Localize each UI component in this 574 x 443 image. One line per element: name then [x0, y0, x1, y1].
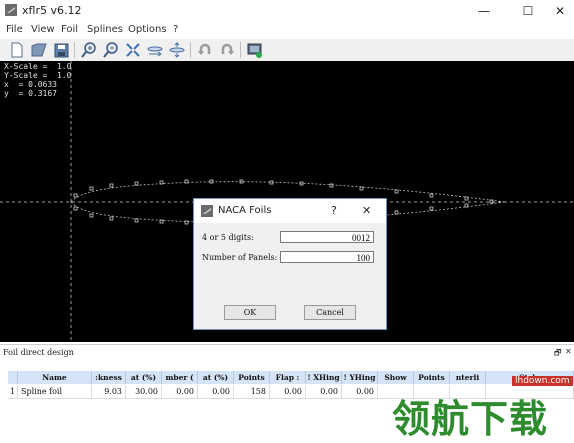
- digits-label: 4 or 5 digits:: [202, 233, 254, 242]
- menu-file[interactable]: File: [6, 24, 23, 35]
- naca-foils-dialog: NACA Foils ? ✕ 4 or 5 digits: 0012 Numbe…: [193, 198, 387, 330]
- foil-direct-design-panel-header: Foil direct design 🗗 ✕: [0, 344, 574, 361]
- table-header-show-points[interactable]: Points: [414, 371, 450, 384]
- watermark-logo-text: 领航下载: [392, 397, 549, 441]
- open-folder-icon[interactable]: [30, 41, 48, 59]
- table-header-thickness[interactable]: :kness: [92, 371, 126, 384]
- cancel-button[interactable]: Cancel: [304, 305, 356, 320]
- undo-icon[interactable]: [196, 41, 214, 59]
- panels-label: Number of Panels:: [202, 253, 278, 262]
- menu-splines[interactable]: Splines: [87, 24, 123, 35]
- reset-view-icon[interactable]: [124, 41, 142, 59]
- close-button[interactable]: ✕: [542, 0, 574, 21]
- table-header-index: [8, 371, 18, 384]
- save-icon[interactable]: [52, 41, 70, 59]
- table-cell-xhinge[interactable]: 0.00: [306, 385, 342, 399]
- zoom-out-icon[interactable]: [102, 41, 120, 59]
- dialog-title-bar: NACA Foils ? ✕: [194, 199, 386, 223]
- reset-y-scale-icon[interactable]: [168, 41, 186, 59]
- table-cell-flap[interactable]: 0.00: [270, 385, 306, 399]
- table-header-show[interactable]: Show: [378, 371, 414, 384]
- table-cell-camber[interactable]: 0.00: [162, 385, 198, 399]
- table-header-centerline[interactable]: nterli: [450, 371, 486, 384]
- xflr5-icon: [5, 4, 17, 16]
- menu-foil[interactable]: Foil: [61, 24, 78, 35]
- menu-help[interactable]: ?: [173, 24, 178, 35]
- redo-icon[interactable]: [218, 41, 236, 59]
- table-cell-thickness-at[interactable]: 30.00: [126, 385, 162, 399]
- table-header-points[interactable]: Points: [234, 371, 270, 384]
- table-header-camber-at[interactable]: at (%): [198, 371, 234, 384]
- new-file-icon[interactable]: [8, 41, 26, 59]
- naca-digits-input[interactable]: 0012: [280, 231, 374, 243]
- window-title: xflr5 v6.12: [22, 4, 82, 17]
- menu-bar: File View Foil Splines Options ?: [0, 21, 574, 39]
- table-header-yhinge[interactable]: ! YHing: [342, 371, 378, 384]
- restore-icon[interactable]: 🗗: [554, 347, 562, 361]
- minimize-button[interactable]: —: [466, 0, 502, 21]
- dialog-title: NACA Foils: [218, 205, 272, 216]
- table-row-index: 1: [8, 385, 18, 399]
- panels-input[interactable]: 100: [280, 251, 374, 263]
- table-header-name[interactable]: Name: [18, 371, 92, 384]
- title-bar: xflr5 v6.12 — ☐ ✕: [0, 0, 574, 21]
- table-cell-camber-at[interactable]: 0.00: [198, 385, 234, 399]
- watermark-site-label: lhdown.com: [512, 376, 573, 386]
- ok-button[interactable]: OK: [224, 305, 276, 320]
- toolbar: [0, 39, 574, 62]
- store-foil-icon[interactable]: [246, 41, 264, 59]
- table-header-thickness-at[interactable]: at (%): [126, 371, 162, 384]
- maximize-button[interactable]: ☐: [510, 0, 546, 21]
- help-button[interactable]: ?: [331, 204, 337, 217]
- table-cell-points[interactable]: 158: [234, 385, 270, 399]
- table-header-flap[interactable]: Flap :: [270, 371, 306, 384]
- menu-options[interactable]: Options: [128, 24, 167, 35]
- reset-x-scale-icon[interactable]: [146, 41, 164, 59]
- panel-close-icon[interactable]: ✕: [565, 347, 572, 356]
- table-cell-yhinge[interactable]: 0.00: [342, 385, 378, 399]
- menu-view[interactable]: View: [31, 24, 55, 35]
- table-header-camber[interactable]: mber (: [162, 371, 198, 384]
- xflr5-icon: [201, 205, 213, 217]
- table-header-xhinge[interactable]: ! XHing: [306, 371, 342, 384]
- table-cell-thickness[interactable]: 9.03: [92, 385, 126, 399]
- dialog-close-button[interactable]: ✕: [362, 204, 371, 217]
- table-cell-name[interactable]: Spline foil: [18, 385, 92, 399]
- zoom-in-icon[interactable]: [80, 41, 98, 59]
- panel-title: Foil direct design: [3, 348, 74, 357]
